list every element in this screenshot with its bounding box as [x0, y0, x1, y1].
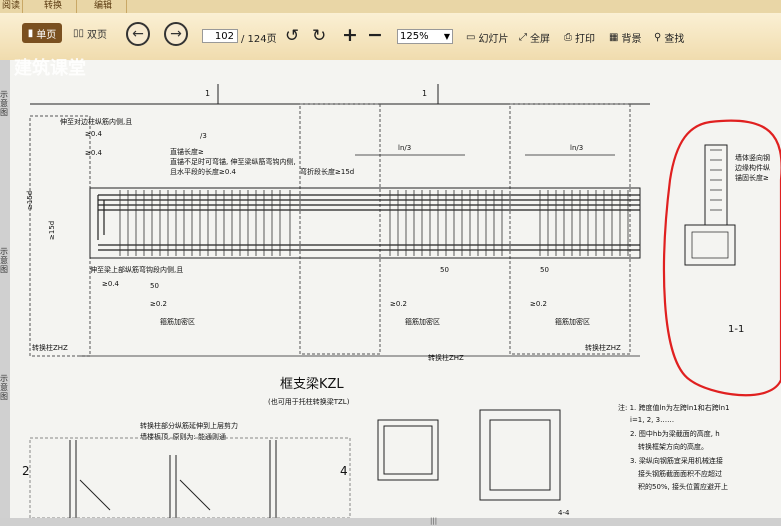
dense-zone-label-2: 箍筋加密区: [405, 317, 440, 326]
single-page-button[interactable]: ▮ 单页: [22, 23, 62, 43]
bottom-left-1: 转换柱部分纵筋延伸到上层剪力: [140, 421, 238, 430]
dense-zone-label-1: 箍筋加密区: [160, 317, 195, 326]
section-4-4-label: 4-4: [558, 509, 570, 517]
left-strip[interactable]: 示 意 图 示 意 图 示 意 图: [0, 60, 10, 518]
transfer-col-2: 转换柱ZHZ: [428, 353, 464, 362]
callout-top: 伸至对边柱纵筋内侧,且: [60, 117, 132, 126]
section-right-2: 边缘构件纵: [735, 163, 770, 172]
note-line-6: 接头钢筋截面面积不应超过: [638, 469, 722, 478]
dim-50c: 50: [540, 266, 549, 274]
bottom-left-2: 墙楼板顶, 原则为: 能通则通: [140, 432, 226, 441]
section-mark-1: 1: [205, 89, 210, 98]
find-button[interactable]: ⚲ 查找: [654, 30, 684, 45]
search-icon: ⚲: [654, 32, 662, 43]
dense-zone-3: ≥0.2: [530, 300, 547, 308]
single-page-icon: ▮: [27, 27, 34, 39]
drag-handle-icon[interactable]: |||: [430, 517, 437, 525]
section-4-label: 4: [340, 464, 348, 478]
drawing-subtitle: (也可用于托柱转换梁TZL): [268, 397, 350, 406]
page-total: / 124页: [241, 34, 277, 45]
note-line-4: 转换框架方向的高度。: [638, 442, 708, 451]
arrow-left-icon: ←: [132, 26, 144, 42]
notes-line-1: 直锚长度≥: [170, 147, 204, 156]
callout-top-2: ≥0.4: [85, 130, 103, 138]
note-line-2: i=1, 2, 3……: [630, 416, 674, 424]
zoom-out-button[interactable]: −: [367, 24, 383, 46]
left-label-2: ≥15d: [48, 221, 56, 240]
section-1-1-label: 1-1: [728, 324, 744, 335]
note-line-5: 3. 梁纵向钢筋宜采用机械连接: [630, 456, 723, 465]
double-page-button[interactable]: ▯▯ 双页: [70, 23, 110, 43]
dense-zone-label-3: 箍筋加密区: [555, 317, 590, 326]
notes-line-3: 且水平段的长度≥0.4: [170, 167, 237, 176]
slideshow-button[interactable]: ▭ 幻灯片: [466, 30, 508, 45]
transfer-col-3: 转换柱ZHZ: [585, 343, 621, 352]
toolbar: ▮ 单页 ▯▯ 双页 ← → 102 / 124页 ↺ ↻ + − 125% ▼ ▭…: [0, 13, 781, 61]
section-mark-2: 1: [422, 89, 427, 98]
rotate-left-button[interactable]: ↺: [285, 26, 299, 46]
double-page-icon: ▯▯: [72, 27, 84, 39]
fullscreen-button[interactable]: ⤢ 全屏: [519, 30, 550, 45]
notes-line-4: 弯折段长度≥15d: [300, 167, 354, 176]
next-page-button[interactable]: →: [164, 22, 188, 46]
ln-label-2: ln/3: [570, 144, 583, 152]
section-right-1: 墙体竖向钢: [735, 153, 770, 162]
dim-50: 50: [150, 282, 159, 290]
dim-50b: 50: [440, 266, 449, 274]
dense-zone-1: ≥0.2: [150, 300, 167, 308]
page-number-input[interactable]: 102: [202, 29, 238, 43]
note-line-7: 积的50%, 接头位置应避开上: [638, 482, 728, 491]
minus-icon: −: [367, 24, 383, 46]
watermark-logo: 建筑课堂: [14, 58, 86, 79]
background-icon: ▦: [609, 32, 619, 43]
print-button[interactable]: ⎙ 打印: [564, 30, 595, 45]
tab-edit[interactable]: 编辑: [80, 0, 127, 13]
zoom-select[interactable]: 125% ▼: [397, 29, 453, 44]
zoom-in-button[interactable]: +: [342, 24, 358, 46]
drawing-canvas: 1 1 伸至对边柱纵筋内侧,且 ≥0.4 ≥0.4 /3 直锚长度≥ 直锚不足时…: [22, 84, 781, 518]
tab-bar: 阅读 转换 编辑: [0, 0, 781, 13]
ln-label-1: ln/3: [398, 144, 411, 152]
tab-read[interactable]: 阅读: [0, 0, 23, 13]
bottom-callout: 伸至梁上部纵筋弯钩段内侧,且: [90, 265, 183, 274]
chevron-down-icon: ▼: [443, 32, 450, 41]
dense-zone-2: ≥0.2: [390, 300, 407, 308]
transfer-col-1: 转换柱ZHZ: [32, 343, 68, 352]
note-line-1: 注: 1. 跨度值ln为左跨ln1和右跨ln1: [618, 403, 730, 412]
section-right-3: 锚固长度≥: [735, 173, 769, 182]
tab-convert[interactable]: 转换: [30, 0, 77, 13]
rebar-lines: [97, 194, 640, 251]
background-button[interactable]: ▦ 背景: [609, 30, 641, 45]
section-2-label: 2: [22, 464, 30, 478]
note-line-3: 2. 图中hb为梁截面的高度, h: [630, 429, 720, 438]
plus-icon: +: [342, 24, 358, 46]
frac-label: /3: [200, 132, 207, 140]
arrow-right-icon: →: [170, 26, 182, 42]
status-bar: |||: [0, 517, 781, 526]
rotate-right-button[interactable]: ↻: [312, 26, 326, 46]
rotate-right-icon: ↻: [312, 26, 327, 46]
previous-page-button[interactable]: ←: [126, 22, 150, 46]
notes-line-2: 直锚不足时可弯锚, 伸至梁纵筋弯钩内侧,: [170, 157, 296, 166]
callout-top-3: ≥0.4: [85, 149, 103, 157]
left-label-1: ≥15d: [26, 191, 34, 210]
drawing-title: 框支梁KZL: [280, 377, 344, 392]
fullscreen-icon: ⤢: [519, 32, 527, 43]
document-page: 1 1 伸至对边柱纵筋内侧,且 ≥0.4 ≥0.4 /3 直锚长度≥ 直锚不足时…: [10, 60, 781, 518]
slideshow-icon: ▭: [466, 32, 476, 43]
bottom-callout-2: ≥0.4: [102, 280, 120, 288]
rotate-left-icon: ↺: [285, 26, 300, 46]
printer-icon: ⎙: [564, 32, 572, 43]
